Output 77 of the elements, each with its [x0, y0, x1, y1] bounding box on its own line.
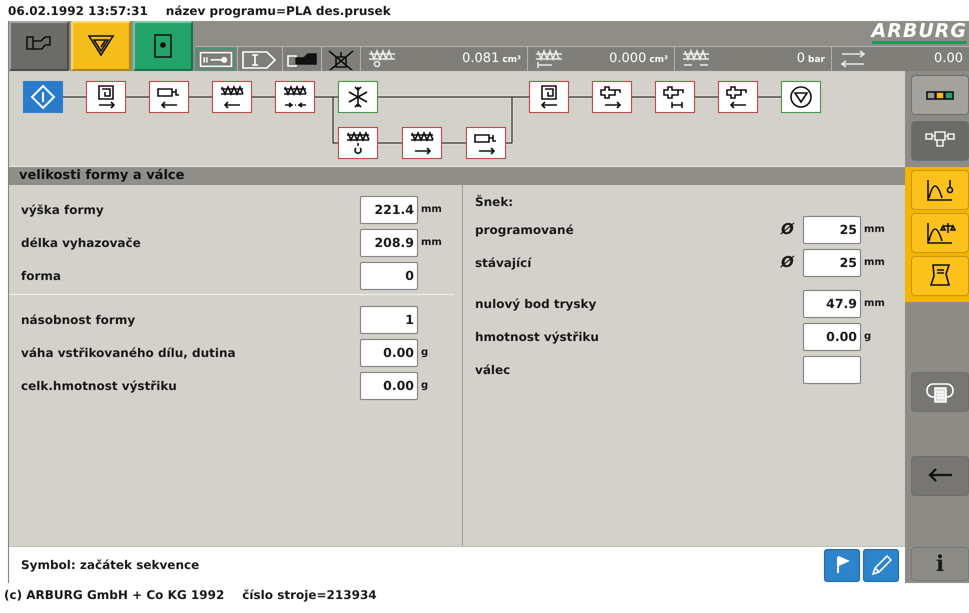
- value-field[interactable]: 25: [803, 248, 861, 276]
- unit-label: g: [863, 330, 872, 344]
- unit-label: g: [420, 346, 430, 360]
- sidebar-button[interactable]: i: [911, 547, 969, 581]
- triangle-icon: [86, 33, 116, 59]
- pencil-button[interactable]: [863, 548, 899, 582]
- field-label: forma: [20, 268, 62, 284]
- unit-label: mm: [420, 203, 443, 217]
- field-label: válec: [475, 362, 512, 378]
- field-label: stávající: [475, 254, 533, 272]
- field-label: hmotnost výstřiku: [475, 328, 600, 346]
- date-time: 06.02.1992 13:57:31: [8, 2, 148, 20]
- flag-button[interactable]: [824, 548, 860, 582]
- field-label: délka vyhazovače: [20, 234, 142, 252]
- unit-label: mm: [863, 256, 886, 270]
- section-title: velikosti formy a válce: [9, 167, 905, 185]
- sidebar-button[interactable]: [911, 213, 969, 253]
- metric-unit: cm³: [649, 54, 668, 68]
- unit-label: mm: [863, 297, 886, 311]
- value-field[interactable]: 0.00: [803, 322, 861, 350]
- sequence-step[interactable]: [466, 127, 506, 159]
- field-label: násobnost formy: [20, 312, 136, 328]
- field-label: výška formy: [20, 202, 105, 218]
- toolbar-button[interactable]: [71, 21, 131, 71]
- machine-number: číslo stroje=213934: [242, 587, 377, 604]
- sequence-step[interactable]: [86, 81, 126, 113]
- sidebar-button[interactable]: [911, 256, 969, 296]
- start-icon: [28, 84, 58, 110]
- metric-value: 0: [796, 50, 806, 68]
- copyright-text: (c) ARBURG GmbH + Co KG 1992: [4, 587, 224, 604]
- sequence-step[interactable]: [718, 81, 758, 113]
- sidebar-button[interactable]: [911, 372, 969, 412]
- color-squares-icon: [926, 90, 954, 100]
- sequence-step[interactable]: [338, 127, 378, 159]
- value-field[interactable]: 25: [803, 216, 861, 244]
- unit-label: mm: [420, 236, 443, 250]
- status-message: Symbol: začátek sekvence: [21, 557, 200, 574]
- toolbar-button[interactable]: [133, 21, 193, 71]
- sequence-step[interactable]: [402, 127, 442, 159]
- group-heading: Šnek:: [475, 194, 514, 211]
- value-field[interactable]: 0: [360, 262, 418, 290]
- metric-value: 0.00: [934, 50, 963, 68]
- card-key-icon: [197, 48, 235, 70]
- sequence-step[interactable]: [529, 81, 569, 113]
- metric-unit: bar: [808, 54, 825, 68]
- field-label: váha vstřikovaného dílu, dutina: [20, 344, 237, 362]
- sequence-step[interactable]: [592, 81, 632, 113]
- field-label: celk.hmotnost výstřiku: [20, 378, 178, 394]
- value-field[interactable]: 0.00: [360, 372, 418, 400]
- unit-label: mm: [863, 223, 886, 237]
- sidebar-button[interactable]: [911, 75, 969, 115]
- metric-value: 0.000: [609, 50, 646, 68]
- sequence-step[interactable]: [655, 81, 695, 113]
- diameter-symbol: Ø: [781, 252, 796, 274]
- metric-value: 0.081: [462, 50, 500, 68]
- value-field[interactable]: 0.00: [360, 338, 418, 366]
- sequence-step[interactable]: [149, 81, 189, 113]
- sequence-step[interactable]: [338, 81, 378, 113]
- unit-label: g: [420, 379, 430, 393]
- value-field[interactable]: 47.9: [803, 290, 861, 318]
- value-field[interactable]: [803, 356, 861, 384]
- sequence-step[interactable]: [275, 81, 315, 113]
- program-name: název programu=PLA des.prusek: [166, 2, 391, 20]
- diameter-symbol: Ø: [781, 219, 796, 240]
- field-label: programované: [475, 222, 575, 238]
- value-field[interactable]: 1: [360, 306, 418, 334]
- value-field[interactable]: 208.9: [360, 228, 418, 256]
- screw-icon: [534, 48, 564, 70]
- sequence-step[interactable]: [212, 81, 252, 113]
- toolbar-button[interactable]: [9, 21, 69, 71]
- cycle-icon: [838, 48, 868, 70]
- sidebar-button[interactable]: [911, 170, 969, 210]
- metric-unit: cm³: [502, 54, 521, 68]
- screw-icon: [367, 48, 397, 70]
- value-field[interactable]: 221.4: [360, 196, 418, 224]
- sequence-step[interactable]: [781, 81, 821, 113]
- field-label: nulový bod trysky: [475, 296, 598, 312]
